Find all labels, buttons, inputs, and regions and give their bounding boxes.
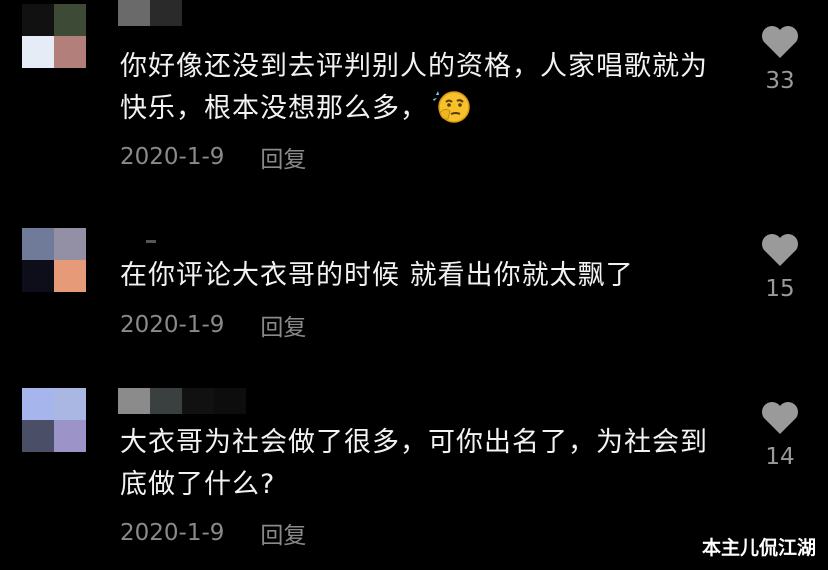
avatar-pixel xyxy=(22,4,54,36)
like-button[interactable]: 14 xyxy=(756,400,804,470)
avatar-pixel xyxy=(54,420,86,452)
heart-icon[interactable] xyxy=(760,232,800,268)
avatar-pixel xyxy=(22,260,54,292)
avatar[interactable] xyxy=(22,228,86,292)
like-count: 15 xyxy=(765,276,795,302)
comment-date: 2020-1-9 xyxy=(120,520,225,546)
watermark: 本主儿侃江湖 xyxy=(701,537,816,559)
avatar-pixel xyxy=(54,388,86,420)
reply-button[interactable]: 回复 xyxy=(260,140,306,174)
username-blurred[interactable] xyxy=(118,388,246,414)
like-button[interactable]: 33 xyxy=(756,24,804,94)
heart-icon[interactable] xyxy=(760,24,800,60)
like-count: 14 xyxy=(765,444,795,470)
heart-icon[interactable] xyxy=(760,400,800,436)
like-count: 33 xyxy=(765,68,795,94)
avatar-pixel xyxy=(54,228,86,260)
comment-text: 在你评论大衣哥的时候 就看出你就太飘了 xyxy=(120,255,730,297)
comment-text-content: 大衣哥为社会做了很多，可你出名了，为社会到底做了什么? xyxy=(120,427,708,500)
avatar[interactable] xyxy=(22,4,86,68)
thinking-face-emoji-icon xyxy=(432,89,472,125)
comment-date: 2020-1-9 xyxy=(120,312,225,338)
reply-button[interactable]: 回复 xyxy=(260,308,306,342)
comment-meta: 2020-1-9 回复 xyxy=(120,516,306,550)
comment-meta: 2020-1-9 回复 xyxy=(120,308,306,342)
avatar-pixel xyxy=(54,260,86,292)
comment-text: 大衣哥为社会做了很多，可你出名了，为社会到底做了什么? xyxy=(120,422,730,506)
username-blurred[interactable] xyxy=(146,240,156,243)
avatar-pixel xyxy=(22,228,54,260)
comment-text-content: 你好像还没到去评判别人的资格，人家唱歌就为快乐，根本没想那么多， xyxy=(120,51,708,124)
reply-button[interactable]: 回复 xyxy=(260,516,306,550)
like-button[interactable]: 15 xyxy=(756,232,804,302)
avatar-pixel xyxy=(22,36,54,68)
comment-meta: 2020-1-9 回复 xyxy=(120,140,306,174)
username-blurred[interactable] xyxy=(118,0,182,26)
comment-date: 2020-1-9 xyxy=(120,144,225,170)
comment-text-content: 在你评论大衣哥的时候 就看出你就太飘了 xyxy=(120,260,634,291)
avatar[interactable] xyxy=(22,388,86,452)
avatar-pixel xyxy=(22,420,54,452)
comment-text: 你好像还没到去评判别人的资格，人家唱歌就为快乐，根本没想那么多， xyxy=(120,46,730,130)
avatar-pixel xyxy=(54,36,86,68)
avatar-pixel xyxy=(54,4,86,36)
avatar-pixel xyxy=(22,388,54,420)
